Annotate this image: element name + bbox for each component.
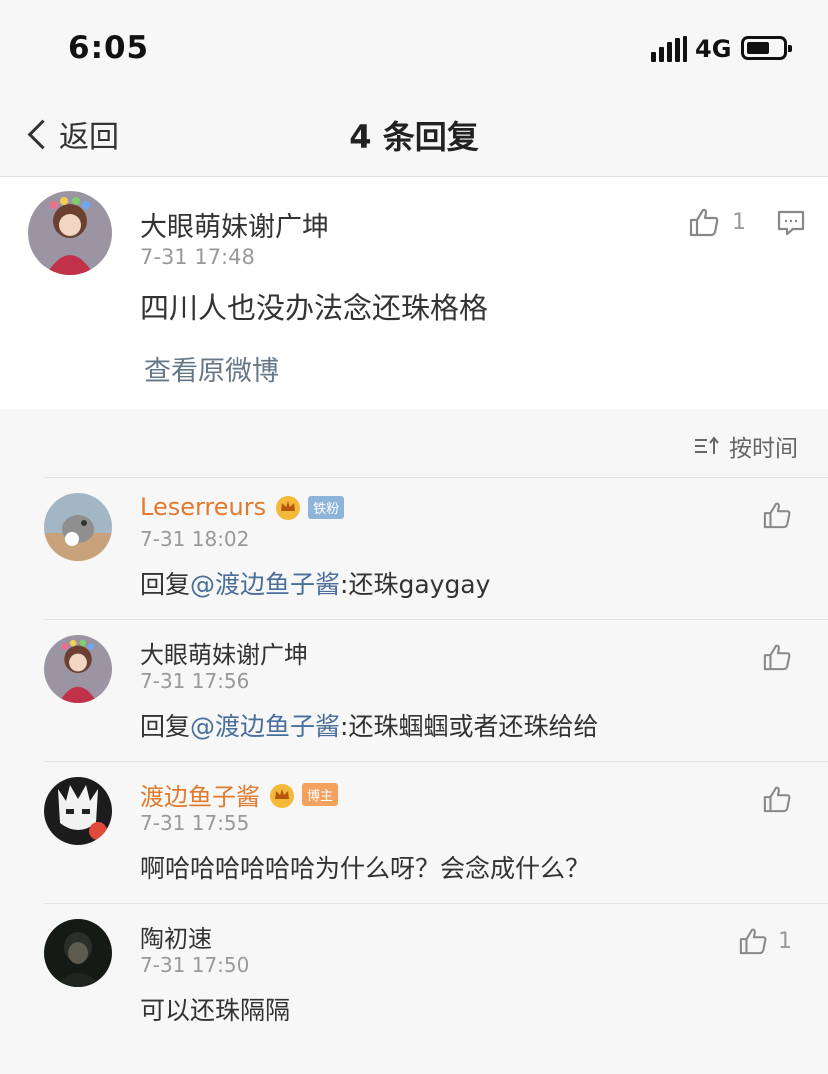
reply-text: 啊哈哈哈哈哈哈为什么呀？会念成什么？ [140,849,590,885]
reply-body: 可以还珠隔隔 [140,996,291,1025]
main-comment: 大眼萌妹谢广坤 7-31 17:48 四川人也没办法念还珠格格 查看原微博 1 [0,177,828,409]
crown-icon [276,496,301,520]
thumbs-up-icon [763,786,791,813]
status-bar: 6:05 4G [0,0,828,100]
author-name: 陶初速 [140,925,212,953]
reply-author[interactable]: 陶初速 [140,919,212,954]
avatar[interactable] [44,919,112,987]
reply-body: :还珠蝈蝈或者还珠给给 [340,712,599,741]
sort-label: 按时间 [729,436,798,462]
list-item[interactable]: 大眼萌妹谢广坤 7-31 17:56 回复@渡边鱼子酱:还珠蝈蝈或者还珠给给 [0,619,828,761]
reply-time: 7-31 17:50 [140,953,250,977]
like-button[interactable] [762,643,792,671]
signal-icon [651,36,687,62]
reply-text: 回复@渡边鱼子酱:还珠gaygay [140,565,490,601]
list-item[interactable]: Leserreurs 铁粉 7-31 18:02 回复@渡边鱼子酱:还珠gayg… [0,477,828,619]
comment-text: 四川人也没办法念还珠格格 [140,291,489,325]
reply-author[interactable]: 大眼萌妹谢广坤 [140,635,308,670]
avatar[interactable] [44,777,112,845]
list-item[interactable]: 渡边鱼子酱 博主 7-31 17:55 啊哈哈哈哈哈哈为什么呀？会念成什么？ [0,761,828,903]
thumbs-up-icon [763,644,791,671]
view-original-weibo-link[interactable]: 查看原微博 [144,349,279,388]
avatar[interactable] [44,635,112,703]
crown-icon [270,783,294,808]
like-button[interactable] [762,501,792,529]
like-button[interactable] [762,785,792,813]
reply-list: Leserreurs 铁粉 7-31 18:02 回复@渡边鱼子酱:还珠gayg… [0,477,828,1045]
like-button[interactable]: 1 [688,207,746,237]
reply-author[interactable]: Leserreurs 铁粉 [140,493,345,521]
network-type: 4G [695,35,732,63]
thumbs-up-icon [763,502,791,529]
thumbs-up-icon [739,928,767,955]
mention-link[interactable]: @渡边鱼子酱 [190,570,340,599]
comment-icon [777,210,805,236]
sort-button[interactable]: 按时间 [693,429,798,463]
reply-prefix: 回复 [140,570,191,599]
sort-icon [695,436,719,454]
reply-time: 7-31 18:02 [140,527,250,551]
reply-body: 啊哈哈哈哈哈哈为什么呀？会念成什么？ [140,854,591,883]
avatar[interactable] [44,493,112,561]
battery-icon [741,36,792,60]
list-item[interactable]: 陶初速 7-31 17:50 可以还珠隔隔 1 [0,903,828,1045]
reply-text: 可以还珠隔隔 [140,991,290,1027]
author-name: 渡边鱼子酱 [140,783,260,811]
host-badge: 博主 [302,783,339,806]
like-count: 1 [778,928,792,954]
thumbs-up-icon [689,208,719,237]
author-name: Leserreurs [140,493,267,521]
status-time: 6:05 [68,30,150,66]
nav-bar: 返回 4 条回复 [0,100,828,177]
reply-text: 回复@渡边鱼子酱:还珠蝈蝈或者还珠给给 [140,707,598,743]
mention-link[interactable]: @渡边鱼子酱 [190,712,340,741]
reply-time: 7-31 17:56 [140,669,250,693]
reply-body: :还珠gaygay [340,570,491,599]
reply-time: 7-31 17:55 [140,811,250,835]
avatar[interactable] [28,191,112,275]
like-button[interactable]: 1 [738,927,792,955]
like-count: 1 [732,209,746,235]
sort-bar: 按时间 [0,409,828,477]
comment-time: 7-31 17:48 [140,245,255,269]
comment-author[interactable]: 大眼萌妹谢广坤 [140,205,329,244]
page-title: 4 条回复 [349,118,479,156]
fan-badge: 铁粉 [308,495,345,519]
reply-author[interactable]: 渡边鱼子酱 博主 [140,777,339,812]
author-name: 大眼萌妹谢广坤 [140,641,308,669]
reply-prefix: 回复 [140,712,191,741]
reply-button[interactable] [776,209,806,241]
